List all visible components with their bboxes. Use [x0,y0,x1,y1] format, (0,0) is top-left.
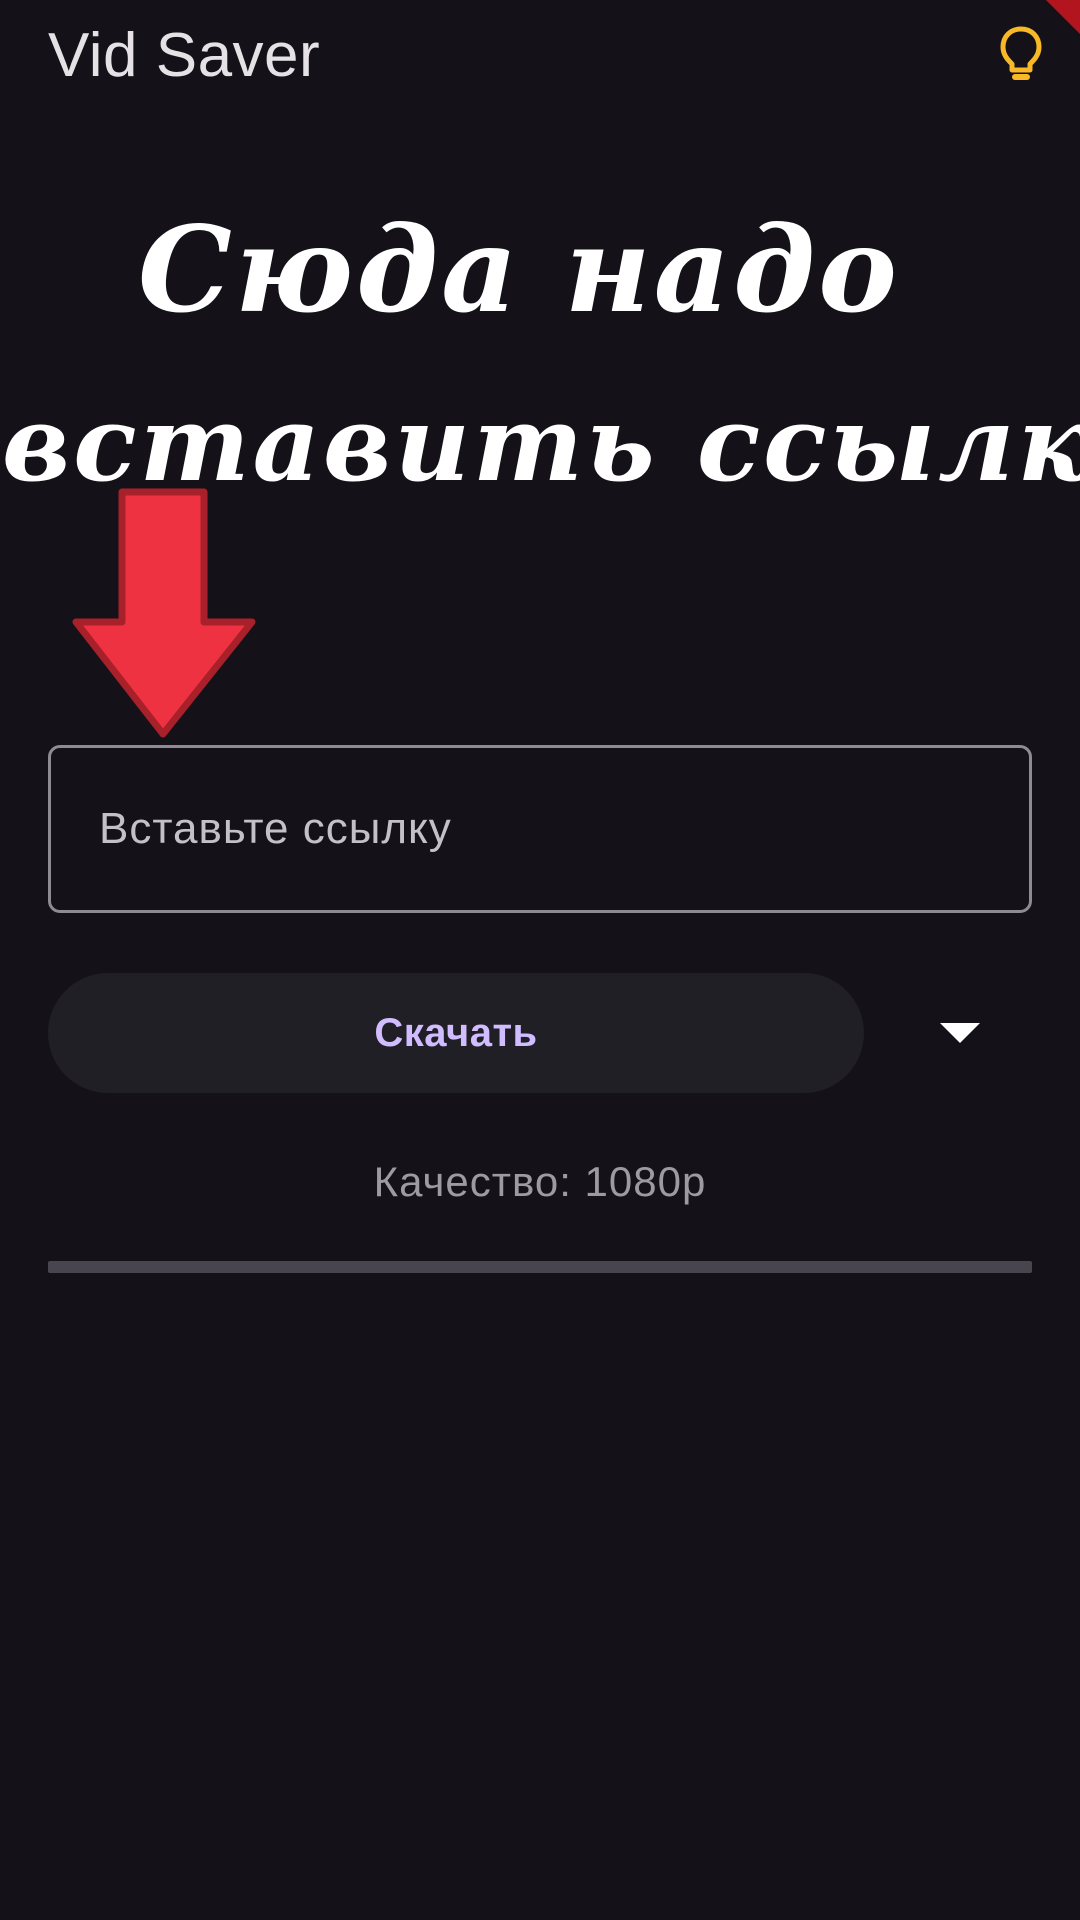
triangle-down-icon [940,1023,980,1043]
url-field[interactable] [48,745,1032,913]
lightbulb-icon [1000,26,1042,80]
download-progress-bar [48,1261,1032,1273]
annotation-line-2: вставить ссылку [2,382,1080,505]
quality-dropdown-button[interactable] [900,998,1020,1068]
annotation-line-1: Сюда надо [138,200,900,339]
app-screen: Vid Saver Сюда надо вставить ссылку Скач… [0,0,1080,1920]
url-input[interactable] [51,748,1029,910]
theme-toggle-button[interactable] [988,22,1054,88]
quality-label: Качество: 1080p [373,1158,707,1205]
download-button-label: Скачать [374,1010,538,1055]
arrow-down-icon [72,488,258,745]
app-title: Vid Saver [48,21,321,90]
download-button[interactable]: Скачать [48,973,864,1093]
